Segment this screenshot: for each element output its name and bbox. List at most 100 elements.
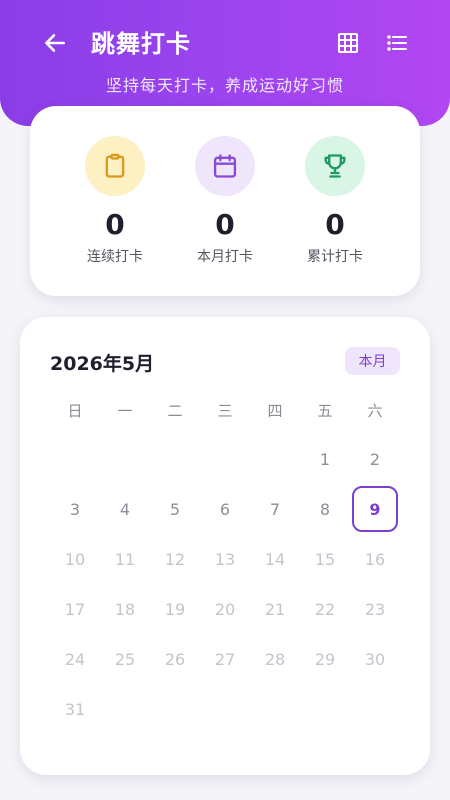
calendar-day-number: 31 [64, 699, 86, 719]
calendar-day-empty [100, 434, 150, 484]
calendar-day[interactable]: 4 [100, 484, 150, 534]
calendar-day[interactable]: 10 [50, 534, 100, 584]
calendar-day-number: 18 [114, 599, 136, 619]
calendar-grid: 1 2 3 4 5 6 7 8 9 10 11 12 13 14 15 16 17 18 19 20 21 22 23 24 2… [50, 434, 400, 734]
calendar-day-number: 27 [214, 649, 236, 669]
calendar-day[interactable]: 2 [350, 434, 400, 484]
calendar-day-number: 29 [314, 649, 336, 669]
grid-view-button[interactable] [333, 28, 363, 58]
calendar-day[interactable]: 27 [200, 634, 250, 684]
stat-month: 0 本月打卡 [170, 136, 280, 266]
page-subtitle: 坚持每天打卡，养成运动好习惯 [105, 76, 344, 95]
list-view-button[interactable] [382, 28, 412, 58]
calendar-day-number: 16 [364, 549, 386, 569]
calendar-day-number: 11 [114, 549, 136, 569]
weekday-label: 五 [317, 402, 333, 420]
calendar-day-number: 14 [264, 549, 286, 569]
calendar-day-number: 8 [319, 499, 331, 519]
calendar-day-number: 13 [214, 549, 236, 569]
calendar-day[interactable]: 20 [200, 584, 250, 634]
weekday-label: 日 [67, 402, 83, 420]
calendar-day-number: 2 [369, 449, 381, 469]
calendar-day[interactable]: 12 [150, 534, 200, 584]
calendar-day[interactable]: 28 [250, 634, 300, 684]
calendar-month-title: 2026年5月 [50, 353, 155, 375]
calendar-day[interactable]: 22 [300, 584, 350, 634]
calendar-day[interactable]: 16 [350, 534, 400, 584]
calendar-day[interactable]: 6 [200, 484, 250, 534]
calendar-day-number: 30 [364, 649, 386, 669]
calendar-day[interactable]: 18 [100, 584, 150, 634]
calendar-day[interactable]: 19 [150, 584, 200, 634]
calendar-day-empty [250, 434, 300, 484]
calendar-day-number: 25 [114, 649, 136, 669]
calendar-day[interactable]: 1 [300, 434, 350, 484]
calendar-day[interactable]: 25 [100, 634, 150, 684]
stat-icon-bg [85, 136, 145, 196]
this-month-button[interactable]: 本月 [345, 347, 400, 375]
calendar-day[interactable]: 29 [300, 634, 350, 684]
calendar-day-number: 4 [119, 499, 131, 519]
calendar-card: 2026年5月 本月 日一二三四五六 1 2 3 4 5 6 7 8 9 10 11 12 13 14 15… [20, 317, 430, 775]
stat-value: 0 [105, 208, 125, 241]
calendar-day[interactable]: 11 [100, 534, 150, 584]
screen: 跳舞打卡 坚持每天打卡，养成运动好习惯 0 连续打卡 0 本月打卡 0 累计打卡… [0, 0, 450, 800]
grid-icon [338, 33, 358, 53]
stat-icon-bg [305, 136, 365, 196]
stat-total: 0 累计打卡 [280, 136, 390, 266]
stat-icon-bg [195, 136, 255, 196]
calendar-day-number: 15 [314, 549, 336, 569]
arrow-left-icon [45, 34, 65, 52]
calendar-day-today[interactable]: 9 [350, 484, 400, 534]
page-title: 跳舞打卡 [91, 30, 191, 58]
calendar-day-number: 26 [164, 649, 186, 669]
calendar-day[interactable]: 8 [300, 484, 350, 534]
calendar-day-number: 24 [64, 649, 86, 669]
calendar-day[interactable]: 15 [300, 534, 350, 584]
stat-label: 连续打卡 [87, 249, 143, 265]
stat-streak: 0 连续打卡 [60, 136, 170, 266]
calendar-day[interactable]: 5 [150, 484, 200, 534]
clipboard-icon [105, 153, 125, 178]
calendar-day-number: 1 [319, 449, 331, 469]
calendar-icon [213, 154, 237, 178]
calendar-day-number: 12 [164, 549, 186, 569]
calendar-day-empty [200, 434, 250, 484]
weekday-header: 日一二三四五六 [50, 400, 400, 421]
trophy-icon [324, 154, 346, 178]
weekday-label: 六 [367, 402, 383, 420]
stat-value: 0 [215, 208, 235, 241]
calendar-day[interactable]: 14 [250, 534, 300, 584]
stats-card: 0 连续打卡 0 本月打卡 0 累计打卡 [30, 106, 420, 296]
calendar-day-empty [50, 434, 100, 484]
calendar-day[interactable]: 7 [250, 484, 300, 534]
calendar-day[interactable]: 17 [50, 584, 100, 634]
weekday-label: 三 [217, 402, 233, 420]
calendar-day[interactable]: 13 [200, 534, 250, 584]
calendar-day-number: 9 [352, 486, 398, 532]
calendar-day-number: 28 [264, 649, 286, 669]
calendar-day[interactable]: 3 [50, 484, 100, 534]
calendar-day-number: 23 [364, 599, 386, 619]
calendar-day-empty [150, 434, 200, 484]
calendar-day[interactable]: 24 [50, 634, 100, 684]
calendar-day-number: 22 [314, 599, 336, 619]
stat-label: 本月打卡 [197, 249, 253, 265]
calendar-day[interactable]: 23 [350, 584, 400, 634]
calendar-day[interactable]: 26 [150, 634, 200, 684]
weekday-label: 二 [167, 402, 183, 420]
calendar-day-number: 3 [69, 499, 81, 519]
calendar-day[interactable]: 30 [350, 634, 400, 684]
stat-label: 累计打卡 [307, 249, 363, 265]
calendar-day-number: 6 [219, 499, 231, 519]
calendar-day[interactable]: 31 [50, 684, 100, 734]
calendar-day[interactable]: 21 [250, 584, 300, 634]
back-button[interactable] [38, 26, 72, 60]
weekday-label: 四 [267, 402, 283, 420]
stat-value: 0 [325, 208, 345, 241]
list-icon [387, 35, 407, 51]
calendar-day-number: 7 [269, 499, 281, 519]
calendar-day-number: 5 [169, 499, 181, 519]
calendar-day-number: 17 [64, 599, 86, 619]
calendar-day-number: 10 [64, 549, 86, 569]
